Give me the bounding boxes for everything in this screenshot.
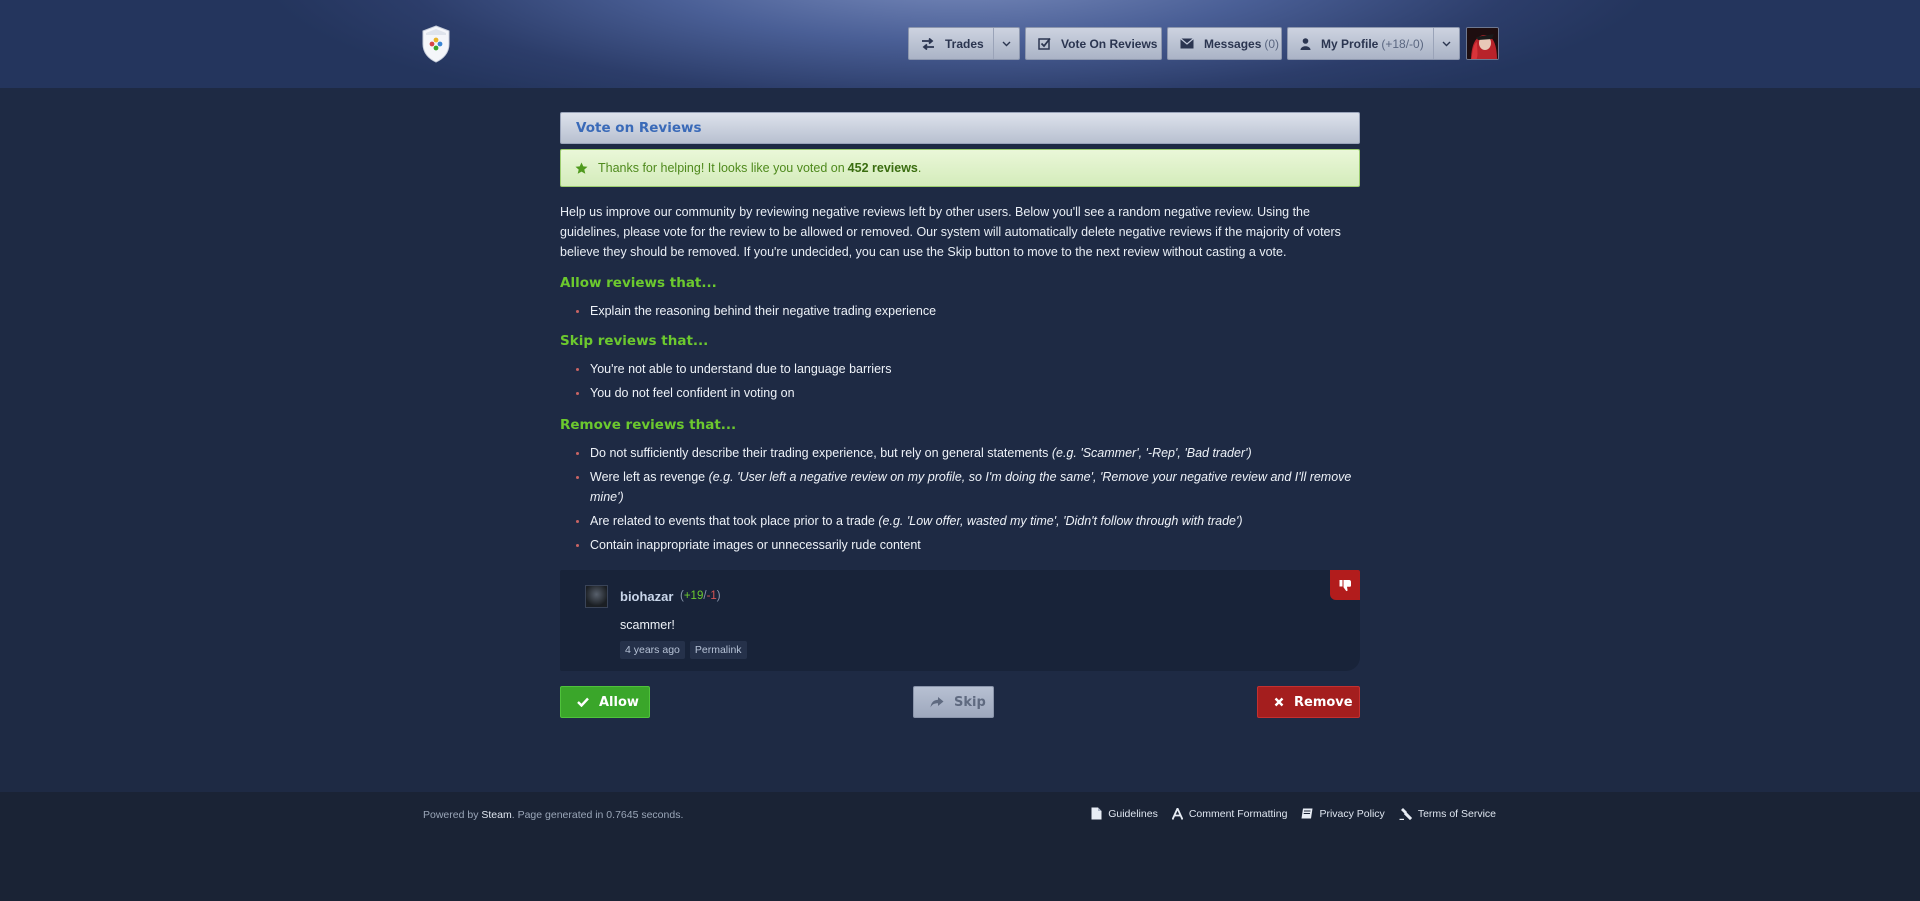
remove-label: Remove xyxy=(1294,694,1353,710)
messages-count: (0) xyxy=(1264,36,1280,51)
envelope-icon xyxy=(1180,38,1194,49)
remove-heading: Remove reviews that... xyxy=(560,417,737,433)
guidelines-link[interactable]: Guidelines xyxy=(1091,807,1158,820)
font-icon xyxy=(1171,807,1183,820)
list-item: Contain inappropriate images or unnecess… xyxy=(560,535,1360,555)
book-icon xyxy=(1301,808,1313,819)
chevron-down-icon[interactable] xyxy=(1433,28,1459,59)
permalink-link[interactable]: Permalink xyxy=(689,641,747,659)
rule-example: (e.g. 'User left a negative review on my… xyxy=(590,470,1352,504)
checkbox-icon xyxy=(1038,37,1051,50)
page-title: Vote on Reviews xyxy=(560,112,1360,144)
reviewer-reputation: (+19/-1) xyxy=(680,590,721,602)
terms-of-service-label: Terms of Service xyxy=(1417,807,1496,820)
messages-label: Messages xyxy=(1204,36,1262,51)
my-profile-button[interactable]: My Profile (+18/-0) xyxy=(1287,27,1460,60)
vote-count: 452 reviews xyxy=(847,161,918,175)
success-message: Thanks for helping! It looks like you vo… xyxy=(560,149,1360,187)
star-icon xyxy=(575,162,588,175)
site-logo-icon[interactable] xyxy=(421,25,451,63)
allow-label: Allow xyxy=(599,694,639,710)
remove-button[interactable]: Remove xyxy=(1257,686,1360,718)
chevron-down-icon[interactable] xyxy=(993,28,1019,59)
success-prefix: Thanks for helping! It looks like you vo… xyxy=(598,161,845,175)
review-card: biohazar (+19/-1) scammer! 4 years ago P… xyxy=(560,570,1360,671)
intro-text: Help us improve our community by reviewi… xyxy=(560,205,1341,259)
checkmark-icon xyxy=(577,697,589,707)
exchange-icon xyxy=(921,37,935,50)
terms-of-service-link[interactable]: Terms of Service xyxy=(1399,807,1496,820)
thumbs-down-icon xyxy=(1330,570,1360,600)
powered-prefix: Powered by xyxy=(423,809,479,821)
user-icon xyxy=(1300,37,1311,50)
site-footer: Powered by Steam. Page generated in 0.76… xyxy=(0,792,1920,901)
close-icon xyxy=(1274,697,1284,707)
rule-example: (e.g. 'Scammer', '-Rep', 'Bad trader') xyxy=(1051,446,1252,460)
rep-positive: +19 xyxy=(683,590,704,602)
list-item: Are related to events that took place pr… xyxy=(560,511,1360,531)
review-text: scammer! xyxy=(620,618,675,632)
reviewer-name[interactable]: biohazar xyxy=(620,589,673,604)
rule-text: Contain inappropriate images or unnecess… xyxy=(590,538,921,552)
skip-label: Skip xyxy=(954,694,986,710)
page-generation-time: . Page generated in 0.7645 seconds. xyxy=(511,809,684,821)
vote-on-reviews-button[interactable]: Vote On Reviews xyxy=(1025,27,1162,60)
list-item: You do not feel confident in voting on xyxy=(560,383,1360,403)
review-time: 4 years ago xyxy=(620,641,685,659)
success-suffix: . xyxy=(917,161,922,175)
rep-close: ) xyxy=(716,590,721,602)
messages-button[interactable]: Messages (0) xyxy=(1167,27,1282,60)
remove-list: Do not sufficiently describe their tradi… xyxy=(560,443,1360,555)
user-avatar[interactable] xyxy=(1466,27,1499,60)
rule-text: Were left as revenge xyxy=(590,470,706,484)
vote-on-reviews-label: Vote On Reviews xyxy=(1061,36,1158,51)
privacy-policy-link[interactable]: Privacy Policy xyxy=(1301,807,1385,820)
profile-reputation: (+18/-0) xyxy=(1381,36,1424,51)
rep-negative: -1 xyxy=(706,590,717,602)
comment-formatting-label: Comment Formatting xyxy=(1188,807,1288,820)
skip-list: You're not able to understand due to lan… xyxy=(560,359,1360,403)
trades-label: Trades xyxy=(945,36,984,51)
allow-list: Explain the reasoning behind their negat… xyxy=(560,301,1360,321)
list-item: Explain the reasoning behind their negat… xyxy=(560,301,1360,321)
list-item: You're not able to understand due to lan… xyxy=(560,359,1360,379)
guidelines-label: Guidelines xyxy=(1108,807,1158,820)
privacy-policy-label: Privacy Policy xyxy=(1319,807,1385,820)
rule-text: Do not sufficiently describe their tradi… xyxy=(590,446,1049,460)
share-arrow-icon xyxy=(930,696,944,708)
list-item: Were left as revenge (e.g. 'User left a … xyxy=(560,467,1360,507)
vote-actions: Allow Skip Remove xyxy=(560,686,1360,718)
comment-formatting-link[interactable]: Comment Formatting xyxy=(1171,807,1288,820)
site-header: Trades Vote On Reviews Messages (0) My P… xyxy=(0,0,1920,88)
allow-button[interactable]: Allow xyxy=(560,686,650,718)
review-meta: 4 years ago Permalink xyxy=(620,641,747,659)
trades-button[interactable]: Trades xyxy=(908,27,1020,60)
main-content: Vote on Reviews Thanks for helping! It l… xyxy=(560,112,1360,718)
reviewer-avatar[interactable] xyxy=(585,585,608,608)
allow-heading: Allow reviews that... xyxy=(560,275,717,291)
footer-links: Guidelines Comment Formatting Privacy Po… xyxy=(1091,807,1496,820)
skip-heading: Skip reviews that... xyxy=(560,333,709,349)
powered-by-text: Powered by Steam. Page generated in 0.76… xyxy=(423,809,683,821)
list-item: Do not sufficiently describe their tradi… xyxy=(560,443,1360,463)
steam-link[interactable]: Steam xyxy=(481,809,511,821)
my-profile-label: My Profile xyxy=(1321,36,1379,51)
skip-button[interactable]: Skip xyxy=(913,686,994,718)
gavel-icon xyxy=(1399,807,1412,820)
document-icon xyxy=(1091,807,1102,820)
rule-example: (e.g. 'Low offer, wasted my time', 'Didn… xyxy=(878,514,1243,528)
rule-text: Are related to events that took place pr… xyxy=(590,514,875,528)
